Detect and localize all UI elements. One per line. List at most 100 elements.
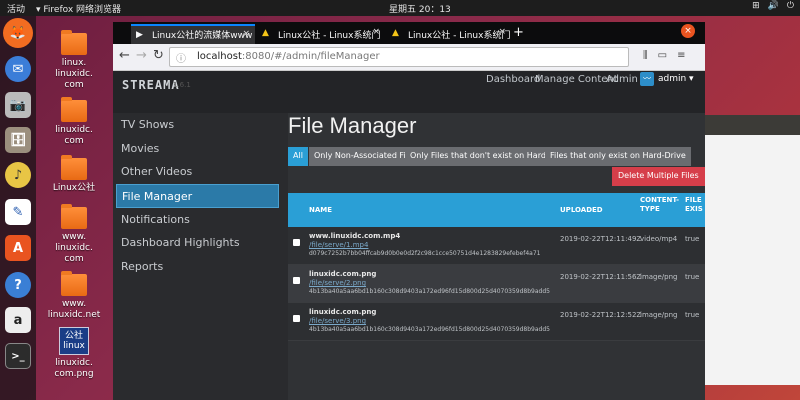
filter-all-button[interactable]: All xyxy=(288,147,308,166)
desktop-folder[interactable]: www. linuxidc. com xyxy=(44,204,104,265)
forward-icon[interactable]: → xyxy=(136,48,147,63)
sidebar-icon[interactable]: ▭ xyxy=(658,50,667,61)
thumbnail-text: linux xyxy=(63,341,85,351)
file-exists: true xyxy=(685,273,700,281)
file-link[interactable]: /file/serve/3.png xyxy=(309,317,366,325)
sidebar-item-reports[interactable]: Reports xyxy=(113,255,288,279)
table-header: NAME UPLOADED CONTENT- TYPE FILE EXIS xyxy=(288,193,705,227)
sidebar-item-movies[interactable]: Movies xyxy=(113,137,288,161)
streama-logo[interactable]: STREAMA xyxy=(122,78,180,92)
firefox-icon[interactable]: 🦊 xyxy=(3,18,33,48)
row-checkbox[interactable] xyxy=(293,277,300,284)
files-icon[interactable]: 🗄 xyxy=(5,127,31,153)
folder-icon xyxy=(61,271,87,296)
tab-strip: ▶ Linux公社的流媒体www × ▲ Linux公社 - Linux系统门 … xyxy=(113,22,705,44)
close-icon[interactable]: × xyxy=(372,27,380,37)
file-uploaded: 2019-02-22T12:11:49Z xyxy=(560,235,642,243)
network-icon[interactable]: ⊞ xyxy=(752,1,760,11)
mail-icon[interactable]: ✉ xyxy=(5,56,31,82)
file-name: linuxidc.com.png xyxy=(309,308,377,316)
desktop-folder[interactable]: www. linuxidc.net xyxy=(44,271,104,321)
delete-multiple-files-button[interactable]: Delete Multiple Files xyxy=(612,167,705,186)
library-icon[interactable]: ⫼ xyxy=(643,50,648,61)
amazon-icon[interactable]: a xyxy=(5,307,31,333)
writer-icon[interactable]: ✎ xyxy=(5,199,31,225)
background-window[interactable] xyxy=(698,115,800,385)
filter-only-disk-button[interactable]: Files that only exist on Hard-Drive xyxy=(545,147,691,166)
nav-admin[interactable]: Admin xyxy=(606,74,638,85)
file-exists: true xyxy=(685,311,700,319)
warning-icon: ▲ xyxy=(262,28,269,38)
row-checkbox[interactable] xyxy=(293,315,300,322)
close-icon[interactable]: × xyxy=(498,27,506,37)
terminal-icon[interactable]: >_ xyxy=(5,343,31,369)
tab-linuxidc-1[interactable]: ▲ Linux公社 - Linux系统门 × xyxy=(257,24,385,44)
volume-icon[interactable]: 🔊 xyxy=(768,1,779,11)
sidebar-item-file-manager[interactable]: File Manager xyxy=(116,184,279,208)
file-name: linuxidc.com.png xyxy=(309,270,377,278)
warning-icon: ▲ xyxy=(392,28,399,38)
rhythmbox-icon[interactable]: ♪ xyxy=(5,162,31,188)
desktop-folder[interactable]: linux. linuxidc. com xyxy=(44,30,104,91)
reload-icon[interactable]: ↻ xyxy=(153,48,164,63)
file-hash: 4b13ba40a5aa6bd1b160c308d9403a172ed96fd1… xyxy=(309,288,550,295)
desktop-png-file[interactable]: 公社 linux linuxidc. com.png xyxy=(44,327,104,380)
row-checkbox[interactable] xyxy=(293,239,300,246)
file-name: www.linuxidc.com.mp4 xyxy=(309,232,401,240)
desktop-folder-label: Linux公社 xyxy=(52,183,96,193)
software-icon[interactable]: A xyxy=(5,235,31,261)
tab-streama[interactable]: ▶ Linux公社的流媒体www × xyxy=(131,24,255,44)
sidebar-item-dashboard-highlights[interactable]: Dashboard Highlights xyxy=(113,231,288,255)
nav-dashboard[interactable]: Dashboard xyxy=(486,74,540,85)
window-close-icon[interactable]: × xyxy=(681,24,695,38)
table-row: linuxidc.com.png /file/serve/2.png 4b13b… xyxy=(288,265,705,303)
column-header-uploaded[interactable]: UPLOADED xyxy=(560,206,603,215)
desktop-folder[interactable]: linuxidc. com xyxy=(44,97,104,147)
firefox-window: ▶ Linux公社的流媒体www × ▲ Linux公社 - Linux系统门 … xyxy=(113,22,705,400)
tab-label: Linux公社 - Linux系统门 xyxy=(278,31,381,41)
info-icon[interactable]: ⓘ xyxy=(176,50,186,65)
column-header-name[interactable]: NAME xyxy=(309,206,332,215)
app-navbar: STREAMA 1.6.1 Dashboard Manage Content A… xyxy=(113,71,705,113)
background-window-titlebar[interactable] xyxy=(698,115,800,135)
admin-sidebar: TV Shows Movies Other Videos File Manage… xyxy=(113,113,288,400)
tab-label: Linux公社的流媒体www xyxy=(152,31,253,41)
app-menu[interactable]: ▾ Firefox 网络浏览器 xyxy=(36,2,121,15)
close-icon[interactable]: × xyxy=(242,29,250,39)
url-host: localhost xyxy=(197,51,242,62)
desktop-folder-label: www. linuxidc. com xyxy=(55,232,93,264)
desktop-folder-label: linuxidc. com xyxy=(55,125,93,146)
user-menu[interactable]: admin ▾ xyxy=(658,74,694,84)
menu-icon[interactable]: ≡ xyxy=(677,50,685,61)
user-avatar[interactable]: 〰 xyxy=(640,72,654,86)
sidebar-item-notifications[interactable]: Notifications xyxy=(113,208,288,232)
sidebar-item-tv-shows[interactable]: TV Shows xyxy=(113,113,288,137)
column-header-file-exists[interactable]: FILE EXIS xyxy=(685,196,703,214)
file-link[interactable]: /file/serve/2.png xyxy=(309,279,366,287)
power-icon[interactable]: ⏻ xyxy=(787,1,794,11)
desktop-folder-label: www. linuxidc.net xyxy=(47,299,101,320)
system-top-bar: 活动 ▾ Firefox 网络浏览器 星期五 20：13 ⊞ 🔊 ⏻ xyxy=(0,0,800,16)
system-tray[interactable]: ⊞ 🔊 ⏻ xyxy=(752,1,794,11)
url-path: :8080/#/admin/fileManager xyxy=(241,51,380,62)
file-uploaded: 2019-02-22T12:12:52Z xyxy=(560,311,642,319)
streama-app: STREAMA 1.6.1 Dashboard Manage Content A… xyxy=(113,71,705,400)
url-bar[interactable]: ⓘ localhost:8080/#/admin/fileManager xyxy=(169,47,629,67)
clock[interactable]: 星期五 20：13 xyxy=(389,2,451,15)
help-icon[interactable]: ? xyxy=(5,272,31,298)
camera-icon[interactable]: 📷 xyxy=(5,92,31,118)
file-content-type: image/png xyxy=(640,273,678,281)
desktop-folder[interactable]: Linux公社 xyxy=(44,155,104,194)
sidebar-item-other-videos[interactable]: Other Videos xyxy=(113,160,288,184)
table-row: linuxidc.com.png /file/serve/3.png 4b13b… xyxy=(288,303,705,341)
column-header-content-type[interactable]: CONTENT- TYPE xyxy=(640,196,679,214)
desktop-file-label: linuxidc. com.png xyxy=(54,358,94,379)
tab-linuxidc-2[interactable]: ▲ Linux公社 - Linux系统门 × xyxy=(387,24,511,44)
back-icon[interactable]: ← xyxy=(119,48,130,63)
folder-icon xyxy=(61,97,87,122)
new-tab-button[interactable]: + xyxy=(513,25,524,40)
file-link[interactable]: /file/serve/1.mp4 xyxy=(309,241,368,249)
activities-button[interactable]: 活动 xyxy=(7,2,25,15)
folder-icon xyxy=(61,30,87,55)
file-uploaded: 2019-02-22T12:11:56Z xyxy=(560,273,642,281)
